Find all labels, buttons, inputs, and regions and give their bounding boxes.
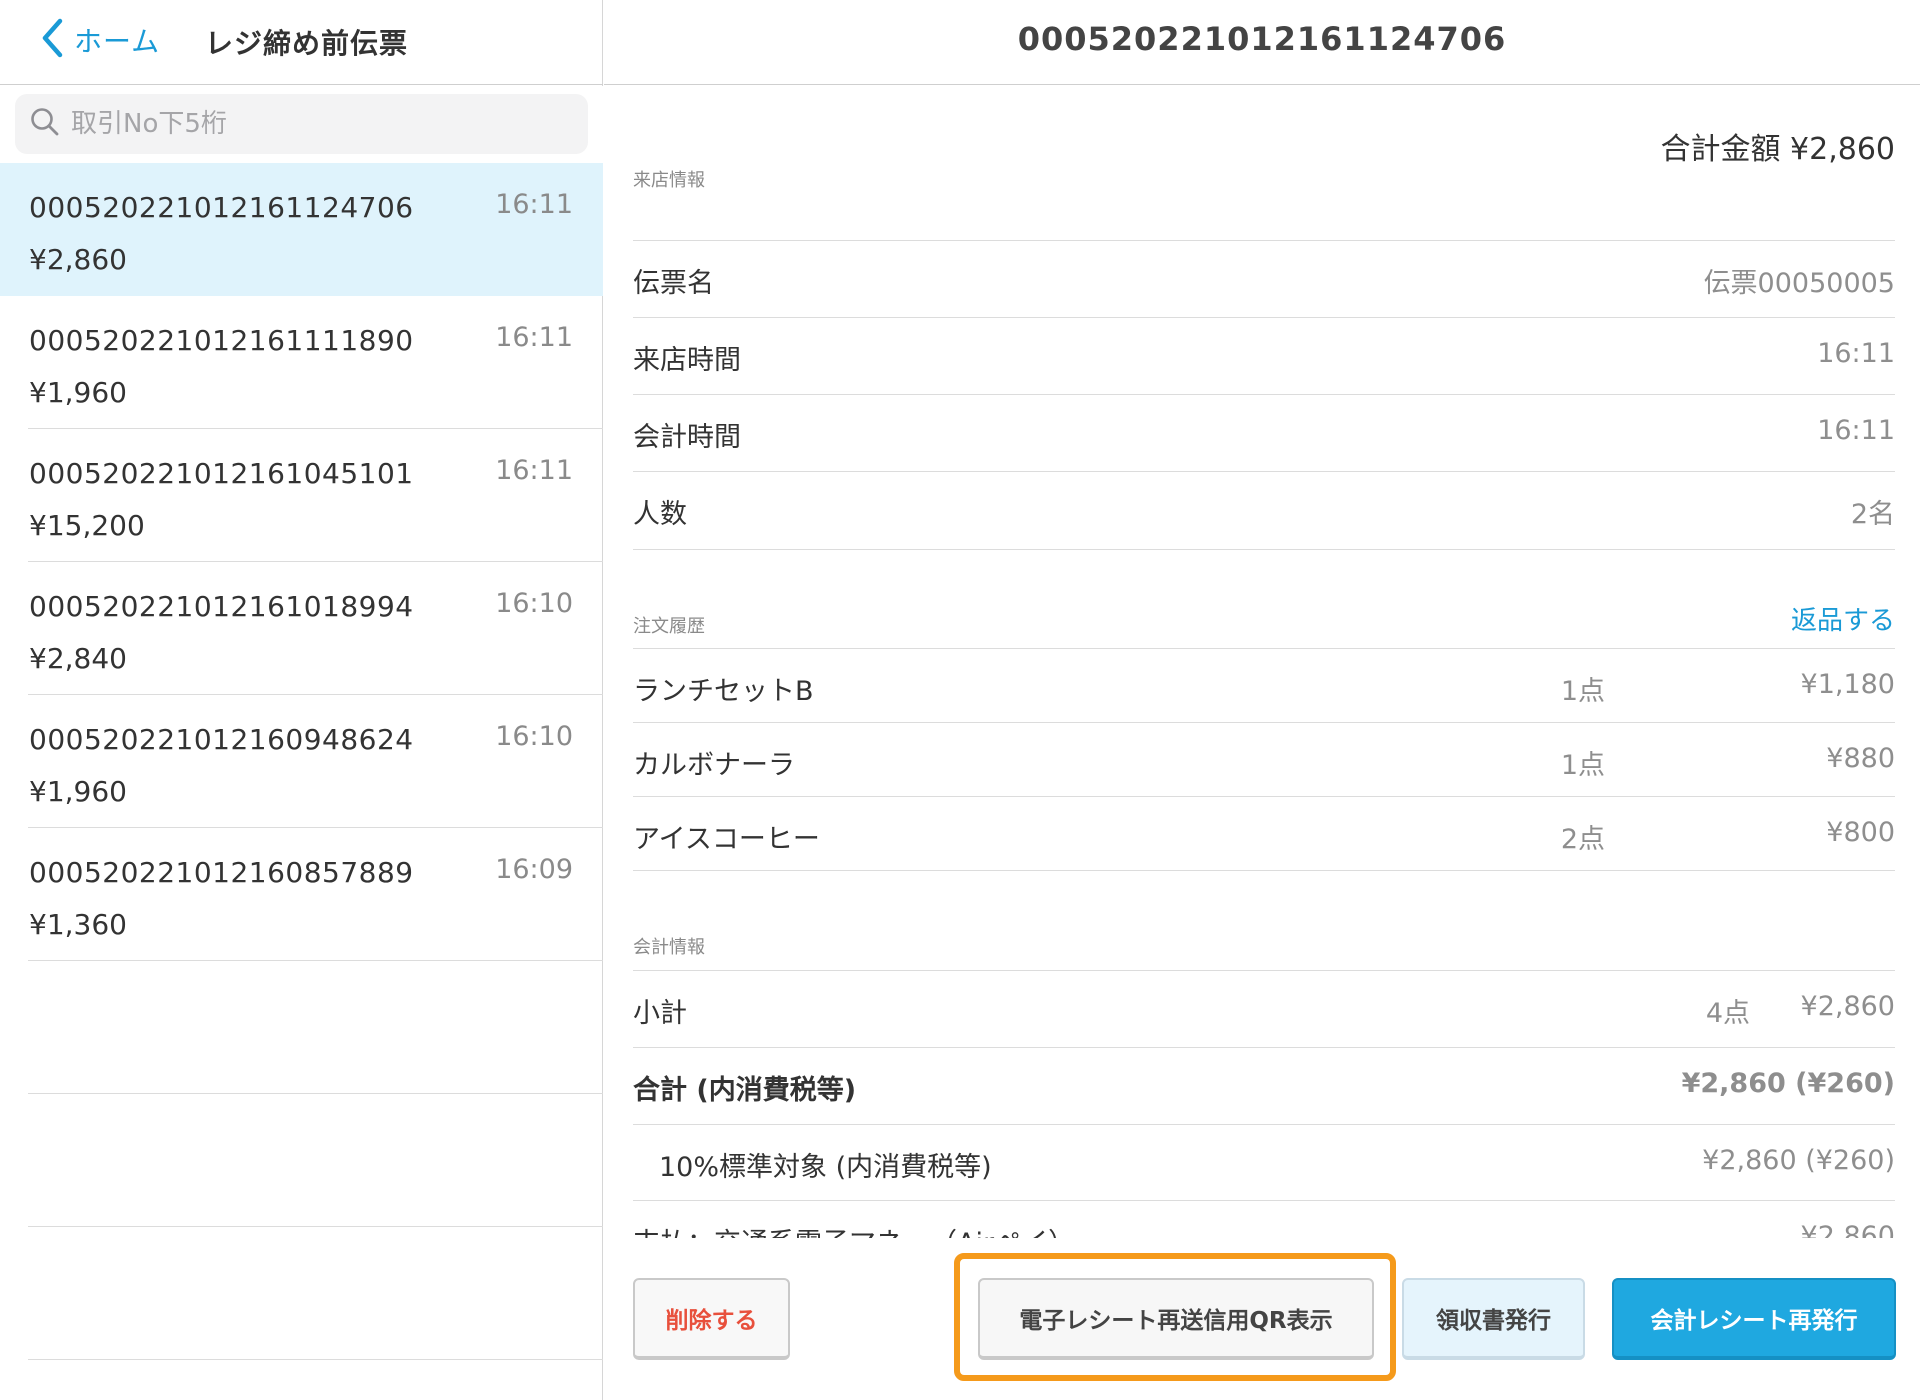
issue-receipt-button[interactable]: 領収書発行	[1402, 1278, 1585, 1360]
visit-row: 伝票名 伝票00050005	[633, 240, 1895, 317]
transaction-time: 16:10	[495, 588, 573, 619]
transaction-list-pane: ホーム レジ締め前伝票 000520221012161124706 ¥2,860 1…	[0, 0, 603, 1400]
order-item-name: ランチセットB	[633, 676, 814, 707]
order-row: カルボナーラ 1点 ¥880	[633, 722, 1895, 796]
visit-row: 来店時間 16:11	[633, 317, 1895, 394]
transaction-number: 000520221012161124706	[29, 191, 414, 224]
transaction-row[interactable]: 000520221012161045101 ¥15,200 16:11	[0, 429, 603, 562]
visit-section-label: 来店情報	[633, 170, 705, 191]
return-link[interactable]: 返品する	[1791, 600, 1895, 637]
transaction-number: 000520221012161018994	[29, 590, 414, 623]
empty-row	[0, 1094, 603, 1227]
search-field[interactable]	[15, 94, 588, 154]
visit-row: 人数 2名	[633, 471, 1895, 548]
total-row: 合計 (内消費税等) ¥2,860 (¥260)	[633, 1047, 1895, 1124]
order-item-name: アイスコーヒー	[633, 824, 820, 855]
transaction-number: 000520221012160857889	[29, 856, 414, 889]
transaction-row[interactable]: 000520221012160857889 ¥1,360 16:09	[0, 828, 603, 961]
transaction-row[interactable]: 000520221012160948624 ¥1,960 16:10	[0, 695, 603, 828]
transaction-time: 16:11	[495, 189, 573, 220]
row-divider	[28, 1359, 603, 1360]
transaction-amount: ¥2,840	[29, 642, 127, 675]
order-item-price: ¥880	[1826, 743, 1895, 774]
visit-row-label: 会計時間	[633, 422, 741, 453]
payment-method-row: 支払：交通系電子マネー（Airペイ） ¥2,860	[633, 1200, 1895, 1238]
total-label: 合計 (内消費税等)	[633, 1075, 857, 1106]
tax-value: ¥2,860 (¥260)	[1702, 1145, 1895, 1176]
visit-row-label: 伝票名	[633, 268, 714, 299]
payment-method-row-clipped: 支払：交通系電子マネー（Airペイ） ¥2,860	[604, 1198, 1920, 1238]
tax-row: 10%標準対象 (内消費税等) ¥2,860 (¥260)	[633, 1124, 1895, 1201]
transaction-amount: ¥15,200	[29, 509, 145, 542]
payment-method-value: ¥2,860	[1800, 1221, 1895, 1238]
transaction-number: 000520221012160948624	[29, 723, 414, 756]
back-button[interactable]: ホーム	[40, 18, 160, 62]
tax-label: 10%標準対象 (内消費税等)	[659, 1152, 992, 1183]
search-input[interactable]	[71, 109, 551, 139]
total-amount: 合計金額 ¥2,860	[1660, 132, 1895, 167]
page-title: レジ締め前伝票	[205, 27, 409, 60]
chevron-left-icon	[40, 17, 66, 63]
transaction-amount: ¥1,360	[29, 908, 127, 941]
transaction-amount: ¥1,960	[29, 775, 127, 808]
order-item-price: ¥1,180	[1800, 669, 1895, 700]
empty-row	[0, 1227, 603, 1360]
subtotal-qty: 4点	[1705, 998, 1750, 1029]
transaction-list: 000520221012161124706 ¥2,860 16:11 00052022…	[0, 163, 603, 1360]
transaction-row[interactable]: 000520221012161018994 ¥2,840 16:10	[0, 562, 603, 695]
transaction-number: 000520221012161045101	[29, 457, 414, 490]
visit-row-label: 人数	[633, 499, 687, 530]
transaction-amount: ¥1,960	[29, 376, 127, 409]
detail-title: 000520221012161124706	[1017, 20, 1507, 58]
transaction-row[interactable]: 000520221012161124706 ¥2,860 16:11	[0, 163, 603, 296]
back-label: ホーム	[74, 25, 161, 58]
left-header: ホーム レジ締め前伝票	[0, 0, 603, 85]
transaction-detail-pane: 000520221012161124706 合計金額 ¥2,860 来店情報 伝…	[604, 0, 1920, 1400]
transaction-time: 16:10	[495, 721, 573, 752]
qr-resend-button[interactable]: 電子レシート再送信用QR表示	[978, 1278, 1374, 1360]
divider	[633, 870, 1895, 871]
subtotal-value: ¥2,860	[1800, 991, 1895, 1022]
order-section-label: 注文履歴	[633, 616, 705, 637]
order-item-qty: 1点	[1560, 750, 1605, 781]
reissue-receipt-button[interactable]: 会計レシート再発行	[1612, 1278, 1896, 1360]
visit-row-value: 2名	[1850, 499, 1895, 530]
payment-method-label: 支払：交通系電子マネー（Airペイ）	[633, 1221, 1075, 1238]
order-item-price: ¥800	[1826, 817, 1895, 848]
visit-row-value: 伝票00050005	[1703, 268, 1895, 299]
visit-row: 会計時間 16:11	[633, 394, 1895, 471]
visit-row-label: 来店時間	[633, 345, 741, 376]
visit-row-value: 16:11	[1817, 415, 1895, 446]
visit-row-value: 16:11	[1817, 338, 1895, 369]
transaction-time: 16:09	[495, 854, 573, 885]
detail-header: 000520221012161124706	[604, 0, 1920, 85]
transaction-row[interactable]: 000520221012161111890 ¥1,960 16:11	[0, 296, 603, 429]
transaction-amount: ¥2,860	[29, 243, 127, 276]
subtotal-label: 小計	[633, 998, 687, 1029]
transaction-time: 16:11	[495, 455, 573, 486]
order-row: ランチセットB 1点 ¥1,180	[633, 648, 1895, 722]
order-item-qty: 1点	[1560, 676, 1605, 707]
order-row: アイスコーヒー 2点 ¥800	[633, 796, 1895, 870]
delete-button[interactable]: 削除する	[633, 1278, 790, 1360]
empty-row	[0, 961, 603, 1094]
transaction-number: 000520221012161111890	[29, 324, 414, 357]
search-icon	[29, 106, 61, 142]
search-bar	[0, 86, 603, 163]
subtotal-row: 小計 4点 ¥2,860	[633, 970, 1895, 1047]
total-value: ¥2,860 (¥260)	[1681, 1068, 1895, 1099]
order-item-qty: 2点	[1560, 824, 1605, 855]
payment-section-label: 会計情報	[633, 937, 705, 958]
divider	[633, 549, 1895, 550]
order-item-name: カルボナーラ	[633, 750, 795, 781]
transaction-time: 16:11	[495, 322, 573, 353]
